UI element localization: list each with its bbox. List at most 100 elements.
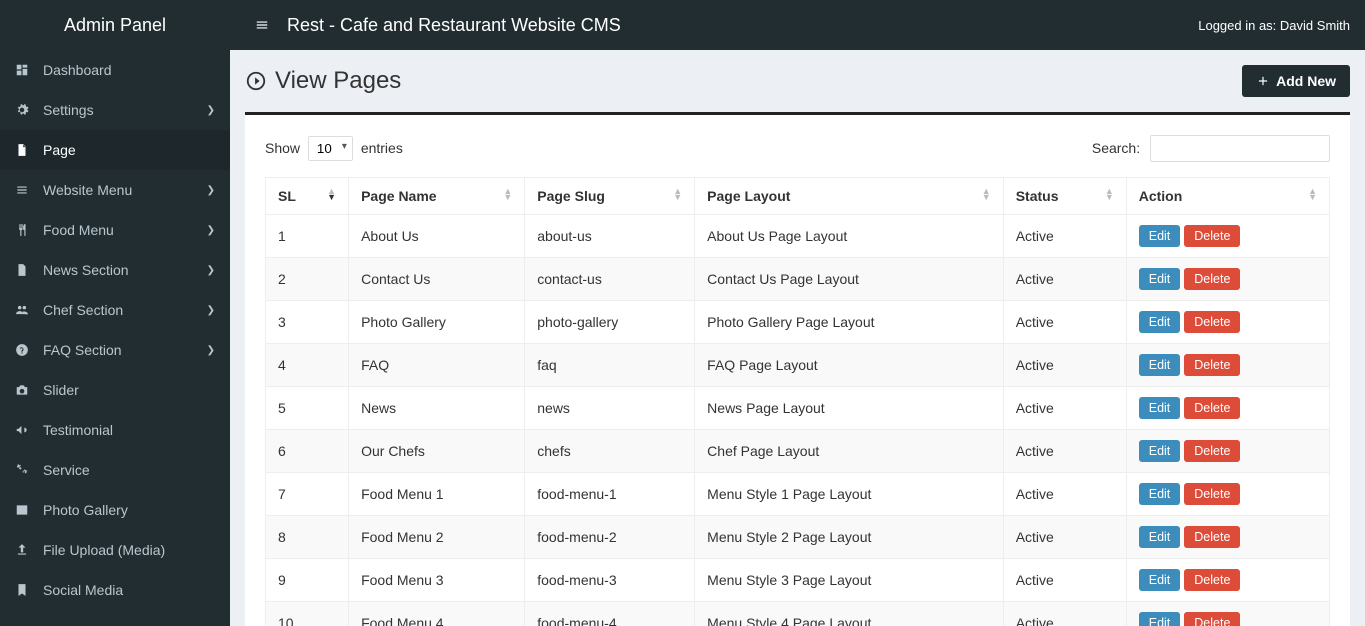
sidebar-item-file-upload-media-[interactable]: File Upload (Media) (0, 530, 230, 570)
search-label: Search: (1092, 140, 1140, 156)
chevron-right-icon: ❯ (207, 225, 215, 236)
content: View Pages Add New Show 10 entries (230, 50, 1365, 626)
chevron-right-icon: ❯ (207, 345, 215, 356)
plus-icon (1256, 74, 1270, 88)
table-row: 5NewsnewsNews Page LayoutActiveEditDelet… (266, 387, 1330, 430)
cell-action: EditDelete (1126, 559, 1329, 602)
cell-slug: food-menu-4 (525, 602, 695, 626)
delete-button[interactable]: Delete (1184, 569, 1240, 591)
cell-action: EditDelete (1126, 387, 1329, 430)
delete-button[interactable]: Delete (1184, 268, 1240, 290)
table-row: 1About Usabout-usAbout Us Page LayoutAct… (266, 215, 1330, 258)
column-header[interactable]: SL▲▼ (266, 178, 349, 215)
cell-name: Food Menu 3 (349, 559, 525, 602)
chevron-right-icon: ❯ (207, 185, 215, 196)
sidebar-item-photo-gallery[interactable]: Photo Gallery (0, 490, 230, 530)
sidebar-item-label: Slider (43, 382, 79, 398)
delete-button[interactable]: Delete (1184, 440, 1240, 462)
delete-button[interactable]: Delete (1184, 397, 1240, 419)
edit-button[interactable]: Edit (1139, 354, 1181, 376)
column-header[interactable]: Page Slug▲▼ (525, 178, 695, 215)
table-row: 9Food Menu 3food-menu-3Menu Style 3 Page… (266, 559, 1330, 602)
length-prefix: Show (265, 140, 300, 156)
delete-button[interactable]: Delete (1184, 612, 1240, 626)
column-header[interactable]: Page Layout▲▼ (695, 178, 1004, 215)
sidebar-item-testimonial[interactable]: Testimonial (0, 410, 230, 450)
sidebar-item-chef-section[interactable]: Chef Section❯ (0, 290, 230, 330)
cell-layout: About Us Page Layout (695, 215, 1004, 258)
sidebar-item-food-menu[interactable]: Food Menu ❯ (0, 210, 230, 250)
table-controls: Show 10 entries Search: (265, 135, 1330, 162)
sidebar-item-label: Food Menu (43, 222, 114, 238)
sidebar-item-label: Page (43, 142, 76, 158)
cell-action: EditDelete (1126, 215, 1329, 258)
brand[interactable]: Admin Panel (0, 0, 230, 50)
delete-button[interactable]: Delete (1184, 483, 1240, 505)
delete-button[interactable]: Delete (1184, 526, 1240, 548)
cell-layout: News Page Layout (695, 387, 1004, 430)
card: Show 10 entries Search: SL▲▼Page Name▲▼P… (245, 112, 1350, 626)
search-input[interactable] (1150, 135, 1330, 162)
cell-sl: 2 (266, 258, 349, 301)
edit-button[interactable]: Edit (1139, 569, 1181, 591)
cell-status: Active (1003, 215, 1126, 258)
cell-slug: contact-us (525, 258, 695, 301)
column-header[interactable]: Page Name▲▼ (349, 178, 525, 215)
cell-sl: 10 (266, 602, 349, 626)
sidebar-item-page[interactable]: Page (0, 130, 230, 170)
cell-action: EditDelete (1126, 258, 1329, 301)
table-search: Search: (1092, 135, 1330, 162)
edit-button[interactable]: Edit (1139, 440, 1181, 462)
sidebar-item-label: FAQ Section (43, 342, 122, 358)
sidebar-toggle[interactable] (245, 16, 279, 34)
edit-button[interactable]: Edit (1139, 268, 1181, 290)
cell-sl: 8 (266, 516, 349, 559)
cell-sl: 3 (266, 301, 349, 344)
edit-button[interactable]: Edit (1139, 397, 1181, 419)
sidebar-item-faq-section[interactable]: FAQ Section ❯ (0, 330, 230, 370)
chevron-right-icon: ❯ (207, 105, 215, 116)
cell-slug: food-menu-1 (525, 473, 695, 516)
sidebar-item-website-menu[interactable]: Website Menu ❯ (0, 170, 230, 210)
sidebar-item-settings[interactable]: Settings ❯ (0, 90, 230, 130)
cell-name: Food Menu 1 (349, 473, 525, 516)
edit-button[interactable]: Edit (1139, 483, 1181, 505)
sidebar-item-label: Settings (43, 102, 94, 118)
delete-button[interactable]: Delete (1184, 311, 1240, 333)
utensils-icon (15, 223, 37, 237)
column-header[interactable]: Status▲▼ (1003, 178, 1126, 215)
sort-icon: ▲▼ (982, 188, 991, 200)
sidebar-item-dashboard[interactable]: Dashboard (0, 50, 230, 90)
length-select[interactable]: 10 (308, 136, 353, 161)
edit-button[interactable]: Edit (1139, 225, 1181, 247)
delete-button[interactable]: Delete (1184, 354, 1240, 376)
sidebar: DashboardSettings❯PageWebsite Menu❯Food … (0, 50, 230, 626)
edit-button[interactable]: Edit (1139, 311, 1181, 333)
edit-button[interactable]: Edit (1139, 612, 1181, 626)
sidebar-item-label: Website Menu (43, 182, 132, 198)
sort-icon: ▲▼ (327, 188, 336, 200)
sidebar-item-service[interactable]: Service (0, 450, 230, 490)
chevron-right-icon: ❯ (207, 265, 215, 276)
camera-icon (15, 383, 37, 397)
cell-status: Active (1003, 430, 1126, 473)
delete-button[interactable]: Delete (1184, 225, 1240, 247)
edit-button[interactable]: Edit (1139, 526, 1181, 548)
cell-layout: Chef Page Layout (695, 430, 1004, 473)
cell-layout: Menu Style 2 Page Layout (695, 516, 1004, 559)
page-title: View Pages (245, 67, 401, 95)
gear-icon (15, 103, 37, 117)
sidebar-item-social-media[interactable]: Social Media (0, 570, 230, 610)
sidebar-item-slider[interactable]: Slider (0, 370, 230, 410)
cell-layout: Menu Style 1 Page Layout (695, 473, 1004, 516)
column-header[interactable]: Action▲▼ (1126, 178, 1329, 215)
cell-slug: faq (525, 344, 695, 387)
add-new-button[interactable]: Add New (1242, 65, 1350, 97)
bullhorn-icon (15, 423, 37, 437)
cell-name: Photo Gallery (349, 301, 525, 344)
sidebar-item-news-section[interactable]: News Section❯ (0, 250, 230, 290)
cell-slug: about-us (525, 215, 695, 258)
chevron-right-icon: ❯ (207, 305, 215, 316)
logged-in-text[interactable]: Logged in as: David Smith (1198, 18, 1350, 33)
table-row: 10Food Menu 4food-menu-4Menu Style 4 Pag… (266, 602, 1330, 626)
